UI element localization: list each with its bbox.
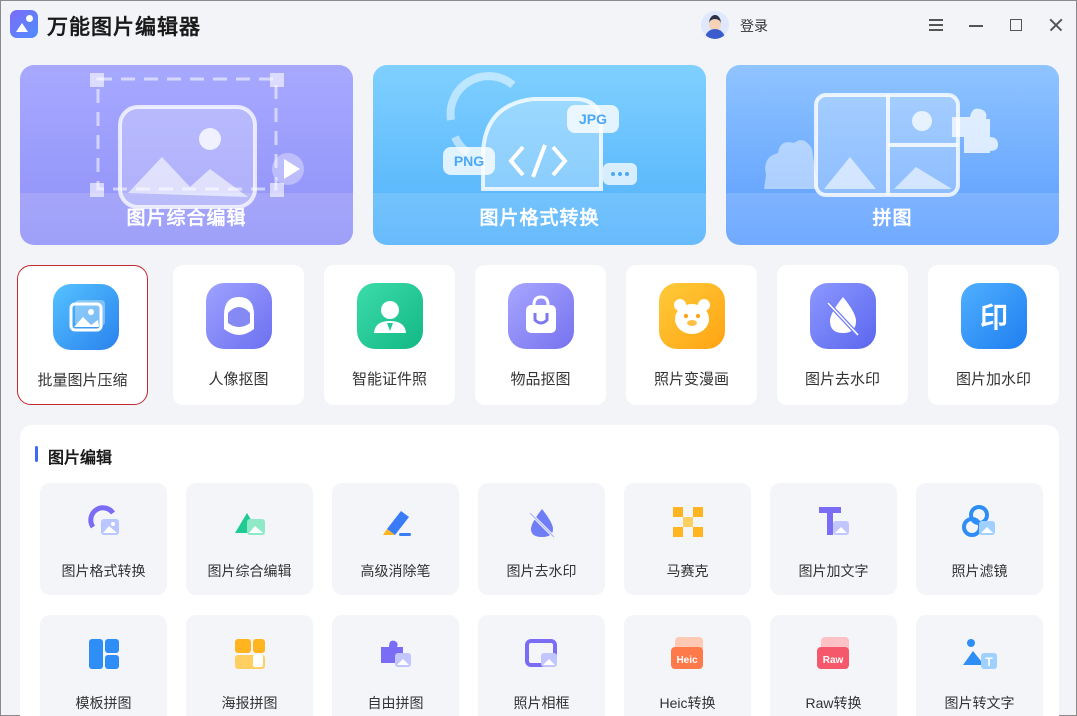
- feature-add-watermark-label: 图片加水印: [955, 371, 1031, 388]
- tool-image-to-text-label: 图片转文字: [944, 695, 1015, 711]
- feature-cartoon[interactable]: 照片变漫画: [626, 265, 757, 405]
- minimize-icon[interactable]: [964, 13, 988, 37]
- tool-image-edit[interactable]: 图片综合编辑: [186, 483, 313, 595]
- tool-poster-collage[interactable]: 海报拼图: [186, 615, 313, 716]
- tool-heic-convert[interactable]: Heic Heic转换: [624, 615, 751, 716]
- add-watermark-icon: 印: [961, 283, 1027, 349]
- raw-badge: Raw: [823, 655, 844, 666]
- feature-id-photo[interactable]: 智能证件照: [324, 265, 455, 405]
- menu-icon[interactable]: [924, 13, 948, 37]
- png-badge: PNG: [454, 153, 484, 169]
- tool-raw-convert-label: Raw转换: [805, 695, 862, 711]
- svg-text:T: T: [985, 655, 993, 669]
- login-button[interactable]: 登录: [740, 16, 768, 36]
- template-collage-icon: [85, 635, 123, 673]
- feature-batch-compress[interactable]: 批量图片压缩: [17, 265, 148, 405]
- photo-frame-icon: [523, 635, 561, 673]
- mosaic-icon: [669, 503, 707, 541]
- tool-filter-label: 照片滤镜: [951, 563, 1008, 579]
- feature-remove-watermark-label: 图片去水印: [804, 371, 880, 388]
- feature-object-cutout[interactable]: 物品抠图: [475, 265, 606, 405]
- tool-image-to-text[interactable]: T 图片转文字: [916, 615, 1043, 716]
- jpg-badge: JPG: [579, 111, 607, 127]
- add-text-icon: [815, 503, 853, 541]
- tool-remove-watermark[interactable]: 图片去水印: [478, 483, 605, 595]
- cartoon-icon: [659, 283, 725, 349]
- title-bar: 万能图片编辑器 登录: [1, 1, 1076, 49]
- tool-image-edit-label: 图片综合编辑: [207, 563, 292, 579]
- filter-icon: [961, 503, 999, 541]
- object-cutout-icon: [508, 283, 574, 349]
- tool-eraser-pen-label: 高级消除笔: [360, 563, 431, 579]
- maximize-icon[interactable]: [1004, 13, 1028, 37]
- image-edit-icon: [231, 503, 269, 541]
- batch-compress-icon: [53, 284, 119, 350]
- app-title: 万能图片编辑器: [47, 16, 201, 39]
- remove-watermark-icon: [810, 283, 876, 349]
- close-icon[interactable]: [1044, 13, 1068, 37]
- tool-template-collage[interactable]: 模板拼图: [40, 615, 167, 716]
- banner-collage[interactable]: 拼图: [726, 65, 1059, 245]
- tool-add-text-label: 图片加文字: [798, 563, 869, 579]
- banner-format-convert-label: 图片格式转换: [373, 193, 706, 245]
- tool-template-collage-label: 模板拼图: [75, 695, 132, 711]
- tool-mosaic[interactable]: 马赛克: [624, 483, 751, 595]
- tool-remove-watermark-label: 图片去水印: [506, 563, 577, 579]
- image-to-text-icon: T: [961, 635, 999, 673]
- id-photo-icon: [357, 283, 423, 349]
- app-logo-icon: [10, 10, 38, 38]
- feature-remove-watermark[interactable]: 图片去水印: [777, 265, 908, 405]
- banner-image-edit[interactable]: 图片综合编辑: [20, 65, 353, 245]
- poster-collage-icon: [231, 635, 269, 673]
- banner-collage-label: 拼图: [726, 193, 1059, 245]
- banner-image-edit-label: 图片综合编辑: [20, 193, 353, 245]
- section-accent-bar: [35, 446, 38, 462]
- app-window: 万能图片编辑器 登录 图片综合编辑 JPG PNG 图片格式转换 拼图 批量图片…: [0, 0, 1077, 716]
- raw-convert-icon: Raw: [815, 635, 853, 673]
- tool-free-collage[interactable]: 自由拼图: [332, 615, 459, 716]
- feature-object-cutout-label: 物品抠图: [510, 371, 571, 388]
- tool-eraser-pen[interactable]: 高级消除笔: [332, 483, 459, 595]
- tool-poster-collage-label: 海报拼图: [221, 695, 278, 711]
- tool-format-convert-label: 图片格式转换: [61, 563, 146, 579]
- eraser-pen-icon: [377, 503, 415, 541]
- banner-format-convert[interactable]: JPG PNG 图片格式转换: [373, 65, 706, 245]
- portrait-cutout-icon: [206, 283, 272, 349]
- tool-add-text[interactable]: 图片加文字: [770, 483, 897, 595]
- section-title: 图片编辑: [48, 450, 113, 467]
- remove-watermark-icon: [523, 503, 561, 541]
- feature-cartoon-label: 照片变漫画: [653, 371, 729, 388]
- feature-add-watermark[interactable]: 印 图片加水印: [928, 265, 1059, 405]
- feature-batch-compress-label: 批量图片压缩: [37, 372, 128, 389]
- user-avatar[interactable]: [701, 11, 729, 39]
- tool-free-collage-label: 自由拼图: [367, 695, 424, 711]
- feature-portrait-cutout[interactable]: 人像抠图: [173, 265, 304, 405]
- image-edit-section: 图片编辑 图片格式转换 图片综合编辑 高级消除笔 图片去水印 马赛克 图片加文字…: [20, 425, 1059, 716]
- feature-id-photo-label: 智能证件照: [351, 371, 427, 388]
- tool-photo-frame-label: 照片相框: [513, 695, 570, 711]
- tool-mosaic-label: 马赛克: [666, 563, 709, 579]
- heic-badge: Heic: [676, 655, 698, 666]
- feature-portrait-cutout-label: 人像抠图: [208, 371, 269, 388]
- tool-filter[interactable]: 照片滤镜: [916, 483, 1043, 595]
- format-convert-icon: [85, 503, 123, 541]
- tool-heic-convert-label: Heic转换: [659, 695, 716, 711]
- free-collage-icon: [377, 635, 415, 673]
- add-watermark-glyph: 印: [980, 301, 1008, 334]
- heic-convert-icon: Heic: [669, 635, 707, 673]
- tool-format-convert[interactable]: 图片格式转换: [40, 483, 167, 595]
- tool-raw-convert[interactable]: Raw Raw转换: [770, 615, 897, 716]
- tool-photo-frame[interactable]: 照片相框: [478, 615, 605, 716]
